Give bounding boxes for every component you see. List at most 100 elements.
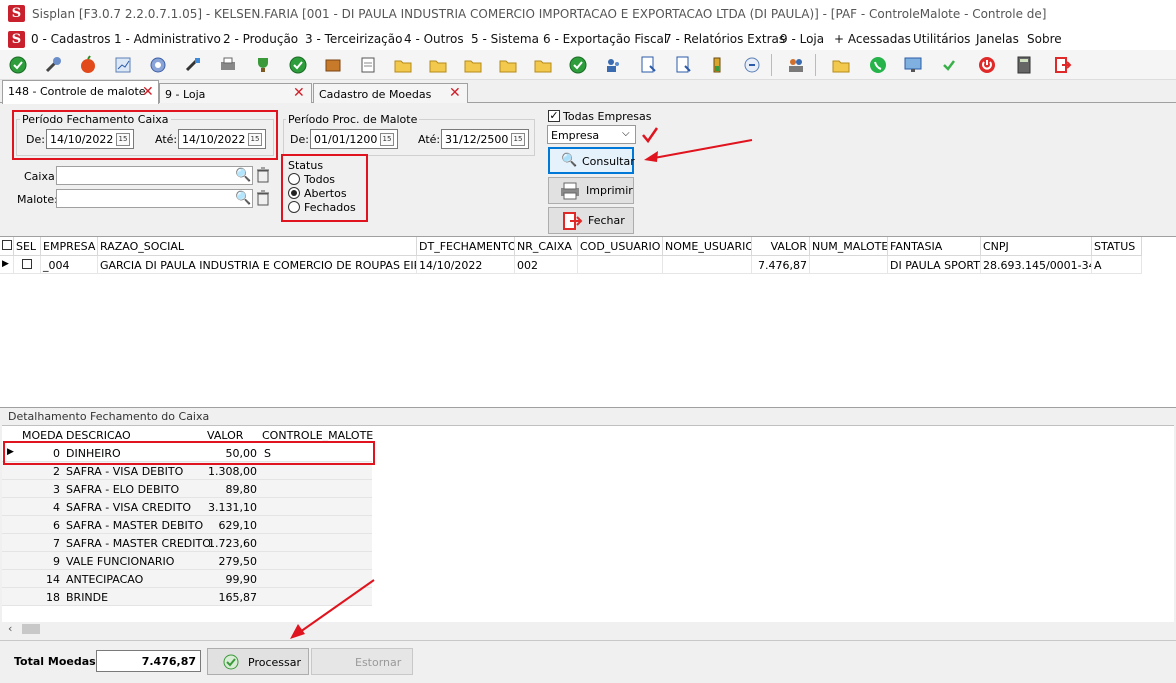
folder-icon[interactable] bbox=[392, 54, 414, 76]
status-todos-radio[interactable] bbox=[288, 173, 300, 185]
table-row[interactable]: 6 SAFRA - MASTER DEBITO 629,10 bbox=[2, 516, 372, 534]
app-menu-logo-icon[interactable]: S bbox=[8, 31, 25, 48]
processar-button[interactable]: Processar bbox=[207, 648, 309, 675]
table-row[interactable]: 3 SAFRA - ELO DEBITO 89,80 bbox=[2, 480, 372, 498]
chevron-left-icon[interactable]: ‹ bbox=[8, 622, 12, 635]
cell-empresa[interactable]: _004 bbox=[41, 256, 98, 274]
col-header[interactable]: NOME_USUARIO bbox=[663, 237, 752, 256]
col-header[interactable]: CONTROLE_MALOTE bbox=[262, 429, 373, 445]
consultar-button[interactable]: 🔍 Consultar bbox=[548, 147, 635, 174]
cell-nr-caixa[interactable]: 002 bbox=[515, 256, 578, 274]
row-checkbox[interactable] bbox=[22, 259, 32, 269]
search-icon[interactable]: 🔍 bbox=[235, 191, 251, 206]
status-abertos-radio[interactable] bbox=[288, 187, 300, 199]
col-header[interactable]: NR_CAIXA bbox=[515, 237, 578, 256]
folder-icon[interactable] bbox=[427, 54, 449, 76]
folder-icon[interactable] bbox=[497, 54, 519, 76]
folder-icon[interactable] bbox=[830, 54, 852, 76]
check-icon[interactable] bbox=[287, 54, 309, 76]
box-icon[interactable] bbox=[322, 54, 344, 76]
trash-icon[interactable] bbox=[256, 190, 270, 206]
malote-input[interactable] bbox=[56, 189, 253, 208]
table-row[interactable]: 9 VALE FUNCIONARIO 279,50 bbox=[2, 552, 372, 570]
cell-razao-social[interactable]: GARCIA DI PAULA INDUSTRIA E COMERCIO DE … bbox=[98, 256, 417, 274]
cell-cnpj[interactable]: 28.693.145/0001-34 bbox=[981, 256, 1092, 274]
col-header[interactable]: EMPRESA bbox=[41, 237, 98, 256]
calendar-icon[interactable]: 15 bbox=[380, 133, 394, 146]
document-icon[interactable] bbox=[637, 54, 659, 76]
table-row[interactable]: 4 SAFRA - VISA CREDITO 3.131,10 bbox=[2, 498, 372, 516]
imprimir-button[interactable]: Imprimir bbox=[548, 177, 634, 204]
wrench-icon[interactable] bbox=[42, 54, 64, 76]
menu-loja[interactable]: 9 - Loja bbox=[780, 32, 824, 46]
users-icon[interactable] bbox=[602, 54, 624, 76]
status-fechados-radio[interactable] bbox=[288, 201, 300, 213]
search-icon[interactable]: 🔍 bbox=[235, 168, 251, 183]
caixa-input[interactable] bbox=[56, 166, 253, 185]
check-icon[interactable] bbox=[938, 54, 960, 76]
folder-icon[interactable] bbox=[462, 54, 484, 76]
grid-select-all[interactable] bbox=[0, 237, 14, 256]
cell-valor[interactable]: 7.476,87 bbox=[752, 256, 810, 274]
col-header[interactable]: CNPJ bbox=[981, 237, 1092, 256]
tab-loja[interactable]: 9 - Loja ✕ bbox=[159, 83, 312, 103]
menu-utilitarios[interactable]: Utilitários bbox=[913, 32, 970, 46]
gear-icon[interactable] bbox=[147, 54, 169, 76]
horizontal-scrollbar[interactable]: ‹ bbox=[2, 622, 1174, 636]
menu-producao[interactable]: 2 - Produção bbox=[223, 32, 298, 46]
close-icon[interactable]: ✕ bbox=[449, 86, 461, 100]
col-header[interactable]: DESCRICAO bbox=[66, 429, 131, 445]
calendar-icon[interactable]: 15 bbox=[248, 133, 262, 146]
folder-icon[interactable] bbox=[532, 54, 554, 76]
menu-janelas[interactable]: Janelas bbox=[976, 32, 1019, 46]
check-icon[interactable] bbox=[7, 54, 29, 76]
menu-sobre[interactable]: Sobre bbox=[1027, 32, 1062, 46]
col-header[interactable]: COD_USUARIO bbox=[578, 237, 663, 256]
tab-cadastro-de-moedas[interactable]: Cadastro de Moedas ✕ bbox=[313, 83, 468, 103]
cell-nome-usuario[interactable] bbox=[663, 256, 752, 274]
trophy-icon[interactable] bbox=[252, 54, 274, 76]
col-header[interactable]: DT_FECHAMENTO bbox=[417, 237, 515, 256]
table-row[interactable]: 2 SAFRA - VISA DEBITO 1.308,00 bbox=[2, 462, 372, 480]
menu-relatorios-extras[interactable]: 7 - Relatórios Extras bbox=[664, 32, 785, 46]
select-all-checkbox[interactable] bbox=[2, 240, 12, 250]
document-icon[interactable] bbox=[672, 54, 694, 76]
col-header[interactable]: STATUS bbox=[1092, 237, 1142, 256]
people-icon[interactable] bbox=[785, 54, 807, 76]
whatsapp-icon[interactable] bbox=[867, 54, 889, 76]
calendar-icon[interactable]: 15 bbox=[116, 133, 130, 146]
notepad-icon[interactable] bbox=[357, 54, 379, 76]
menu-cadastros[interactable]: 0 - Cadastros bbox=[31, 32, 111, 46]
menu-outros[interactable]: 4 - Outros bbox=[404, 32, 464, 46]
menu-exportacao-fiscal[interactable]: 6 - Exportação Fiscal bbox=[543, 32, 667, 46]
check-icon[interactable] bbox=[567, 54, 589, 76]
battery-icon[interactable] bbox=[706, 54, 728, 76]
fechar-button[interactable]: Fechar bbox=[548, 207, 634, 234]
menu-administrativo[interactable]: 1 - Administrativo bbox=[114, 32, 221, 46]
col-header[interactable]: FANTASIA bbox=[888, 237, 981, 256]
estornar-button[interactable]: Estornar bbox=[311, 648, 413, 675]
cell-fantasia[interactable]: DI PAULA SPORT bbox=[888, 256, 981, 274]
chart-icon[interactable] bbox=[112, 54, 134, 76]
col-header[interactable]: VALOR bbox=[752, 237, 810, 256]
empresa-select[interactable]: Empresa ⌵ bbox=[547, 125, 636, 144]
monitor-icon[interactable] bbox=[902, 54, 924, 76]
table-row[interactable]: ▶ 0 DINHEIRO 50,00 S bbox=[2, 444, 372, 462]
document-icon[interactable] bbox=[741, 54, 763, 76]
col-header[interactable]: MOEDA bbox=[22, 429, 63, 445]
cell-dt-fechamento[interactable]: 14/10/2022 bbox=[417, 256, 515, 274]
menu-acessadas[interactable]: + Acessadas bbox=[834, 32, 911, 46]
tool-icon[interactable] bbox=[182, 54, 204, 76]
col-header[interactable]: VALOR bbox=[207, 429, 243, 445]
row-select-cell[interactable] bbox=[14, 256, 41, 274]
col-header[interactable]: SEL bbox=[14, 237, 41, 256]
col-header[interactable]: NUM_MALOTE bbox=[810, 237, 888, 256]
menu-sistema[interactable]: 5 - Sistema bbox=[471, 32, 539, 46]
table-row[interactable]: 7 SAFRA - MASTER CREDITO 1.723,60 bbox=[2, 534, 372, 552]
cell-status[interactable]: A bbox=[1092, 256, 1142, 274]
cell-cod-usuario[interactable] bbox=[578, 256, 663, 274]
calendar-icon[interactable]: 15 bbox=[511, 133, 525, 146]
close-icon[interactable]: ✕ bbox=[142, 85, 154, 99]
col-header[interactable]: RAZAO_SOCIAL bbox=[98, 237, 417, 256]
menu-terceirizacao[interactable]: 3 - Terceirização bbox=[305, 32, 402, 46]
